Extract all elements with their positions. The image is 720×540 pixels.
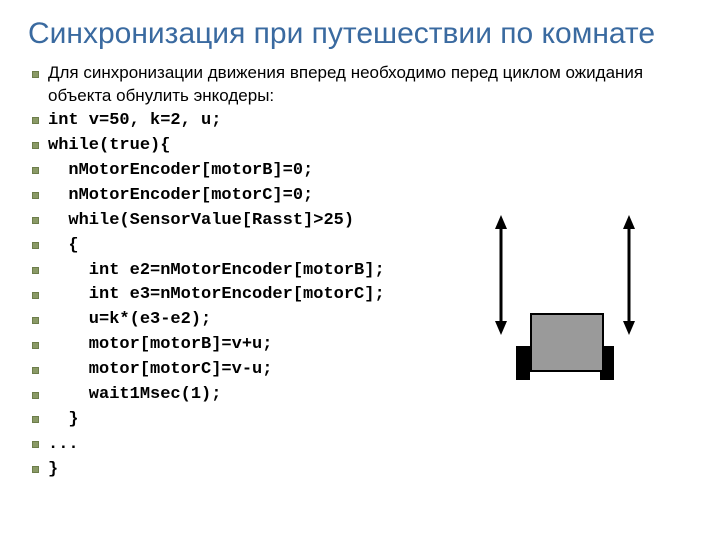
bullet-text: nMotorEncoder[motorC]=0;	[48, 186, 313, 205]
bullet-text: ...	[48, 435, 79, 454]
bullet-text: }	[48, 460, 58, 479]
list-item: }	[28, 457, 692, 482]
bullet-text: Для синхронизации движения вперед необхо…	[48, 63, 643, 105]
bullet-text: nMotorEncoder[motorB]=0;	[48, 161, 313, 180]
bullet-text: {	[48, 236, 79, 255]
list-item: int v=50, k=2, u;	[28, 108, 692, 133]
arrow-up-down-icon	[620, 215, 638, 335]
bullet-text: }	[48, 410, 79, 429]
list-item: ...	[28, 432, 692, 457]
slide-title: Синхронизация при путешествии по комнате	[28, 16, 692, 52]
robot-body-icon	[530, 313, 604, 372]
list-item: nMotorEncoder[motorC]=0;	[28, 183, 692, 208]
bullet-text: while(SensorValue[Rasst]>25)	[48, 211, 354, 230]
list-item: while(true){	[28, 133, 692, 158]
bullet-text: while(true){	[48, 136, 170, 155]
bullet-text: motor[motorB]=v+u;	[48, 335, 272, 354]
list-item: }	[28, 407, 692, 432]
robot-wheel-icon	[516, 346, 530, 380]
bullet-text: u=k*(e3-e2);	[48, 310, 211, 329]
arrow-up-down-icon	[492, 215, 510, 335]
bullet-text: wait1Msec(1);	[48, 385, 221, 404]
bullet-text: int e2=nMotorEncoder[motorB];	[48, 261, 385, 280]
bullet-text: motor[motorC]=v-u;	[48, 360, 272, 379]
slide: Синхронизация при путешествии по комнате…	[0, 0, 720, 540]
robot-diagram	[480, 215, 650, 390]
list-item: nMotorEncoder[motorB]=0;	[28, 158, 692, 183]
list-item: Для синхронизации движения вперед необхо…	[28, 62, 692, 108]
bullet-text: int e3=nMotorEncoder[motorC];	[48, 285, 385, 304]
bullet-text: int v=50, k=2, u;	[48, 111, 221, 130]
